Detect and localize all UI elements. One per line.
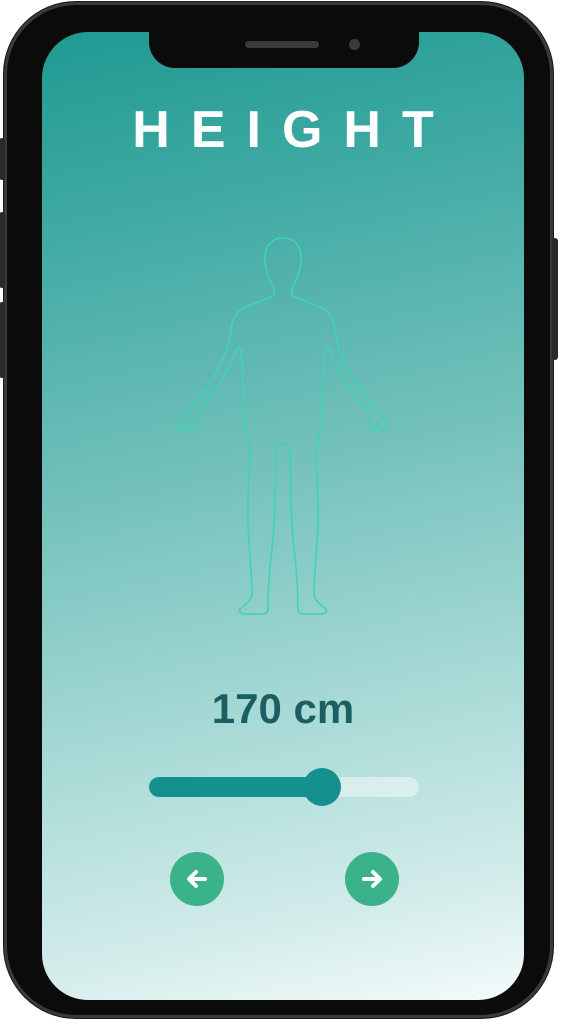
notch [149, 32, 419, 68]
speaker-grille [245, 41, 319, 48]
back-button[interactable] [170, 852, 224, 906]
app-screen: HEIGHT 170 cm [42, 32, 524, 1000]
power-button [552, 238, 558, 360]
human-body-outline-icon [177, 237, 389, 615]
page-title: HEIGHT [132, 101, 455, 159]
phone-frame: HEIGHT 170 cm [0, 2, 558, 1018]
arrow-right-icon [362, 870, 382, 888]
slider-thumb[interactable] [302, 768, 341, 806]
mute-switch [0, 138, 5, 180]
height-slider[interactable] [149, 768, 419, 806]
slider-fill [149, 777, 322, 797]
volume-down-button [0, 302, 5, 378]
arrow-left-icon [187, 870, 207, 888]
next-button[interactable] [345, 852, 399, 906]
height-value-label: 170 cm [211, 685, 355, 732]
volume-up-button [0, 212, 5, 288]
front-camera [349, 39, 360, 50]
